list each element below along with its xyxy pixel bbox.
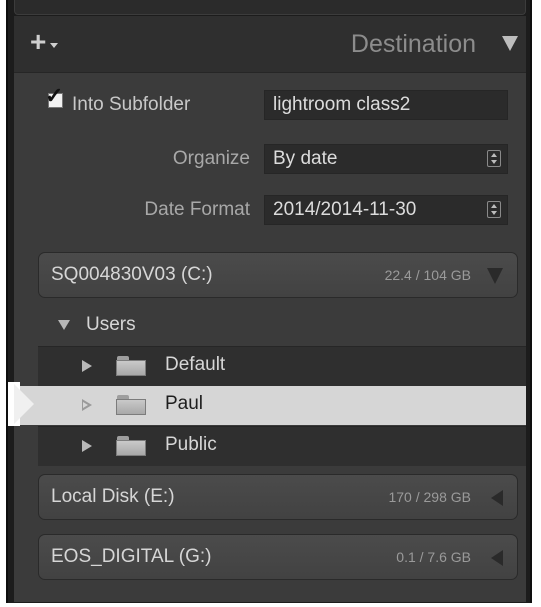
- date-format-value: 2014/2014-11-30: [273, 199, 417, 220]
- volume-g-header[interactable]: EOS_DIGITAL (G:) 0.1 / 7.6 GB: [38, 534, 518, 580]
- subfolder-section: ✓ Into Subfolder lightroom class2 Organi…: [14, 73, 526, 233]
- destination-panel: + Destination ✓ Into Subfolder lightroom…: [14, 16, 526, 602]
- disclosure-closed-icon[interactable]: [82, 360, 92, 372]
- into-subfolder-label: Into Subfolder: [72, 94, 191, 115]
- chevron-down-icon[interactable]: [50, 43, 58, 48]
- folder-icon: [116, 395, 146, 415]
- folder-icon: [116, 436, 146, 456]
- collapsed-triangle-icon[interactable]: [491, 550, 503, 566]
- tree-row-default[interactable]: Default: [38, 346, 526, 386]
- disclosure-closed-icon[interactable]: [82, 440, 92, 452]
- folder-label: Public: [165, 434, 217, 455]
- organize-label: Organize: [172, 148, 250, 169]
- checkmark-icon[interactable]: ✓: [45, 85, 63, 107]
- stepper-arrows-icon[interactable]: [487, 201, 501, 218]
- tree-row-public[interactable]: Public: [38, 426, 526, 466]
- previous-panel-edge: [14, 0, 526, 15]
- folder-label: Users: [86, 314, 136, 335]
- volume-usage: 22.4 / 104 GB: [384, 267, 471, 283]
- organize-select[interactable]: By date: [264, 144, 508, 174]
- subfolder-name-input[interactable]: lightroom class2: [264, 90, 508, 120]
- volume-c-header[interactable]: SQ004830V03 (C:) 22.4 / 104 GB: [38, 252, 518, 298]
- folder-label: Default: [165, 354, 226, 375]
- volume-name: EOS_DIGITAL (G:): [51, 546, 212, 567]
- tree-row-users[interactable]: Users: [38, 306, 526, 345]
- panel-title: Destination: [350, 30, 476, 58]
- folder-label: Paul: [165, 393, 204, 414]
- tree-row-paul[interactable]: Paul: [14, 386, 526, 425]
- stepper-arrows-icon[interactable]: [487, 150, 501, 167]
- volume-e-header[interactable]: Local Disk (E:) 170 / 298 GB: [38, 474, 518, 520]
- date-format-label: Date Format: [144, 199, 250, 220]
- volume-name: Local Disk (E:): [51, 486, 175, 507]
- selection-pointer-icon: [14, 384, 34, 424]
- volume-usage: 170 / 298 GB: [388, 489, 471, 505]
- organize-value: By date: [273, 148, 338, 169]
- volume-name: SQ004830V03 (C:): [51, 264, 213, 285]
- disclosure-empty-icon: [82, 399, 92, 411]
- collapsed-triangle-icon[interactable]: [491, 490, 503, 506]
- disclosure-open-icon[interactable]: [58, 320, 70, 330]
- date-format-select[interactable]: 2014/2014-11-30: [264, 195, 508, 225]
- panel-header[interactable]: + Destination: [14, 16, 526, 73]
- folder-icon: [116, 356, 146, 376]
- plus-icon[interactable]: +: [30, 24, 46, 60]
- expand-triangle-icon[interactable]: [487, 268, 503, 284]
- volume-usage: 0.1 / 7.6 GB: [396, 549, 471, 565]
- collapse-triangle-icon[interactable]: [502, 36, 518, 51]
